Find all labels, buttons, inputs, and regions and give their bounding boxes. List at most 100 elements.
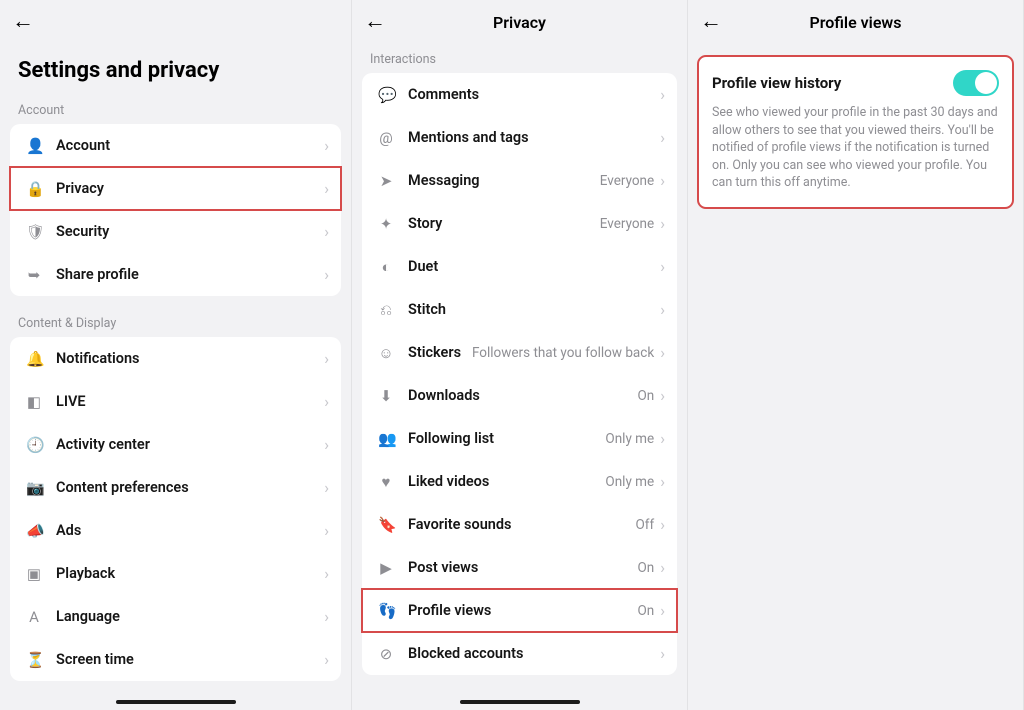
following-icon: 👥 [374,430,398,448]
row-label: Comments [408,86,479,103]
row-label: Account [56,137,110,154]
back-button[interactable]: ← [12,11,40,33]
content-section-card: 🔔 Notifications › ◧ LIVE › 🕘 Activity ce… [10,337,341,681]
row-share-profile[interactable]: ➥ Share profile › [10,253,341,296]
row-label: Stitch [408,301,446,318]
row-favorite-sounds[interactable]: 🔖 Favorite sounds Off › [362,503,677,546]
row-language[interactable]: A Language › [10,595,341,638]
profile-view-history-card: Profile view history See who viewed your… [698,56,1013,208]
row-privacy[interactable]: 🔒 Privacy › [10,167,341,210]
row-label: Mentions and tags [408,129,529,146]
row-value: On [637,560,654,576]
chevron-right-icon: › [324,394,329,410]
chevron-right-icon: › [324,609,329,625]
toggle-description: See who viewed your profile in the past … [712,104,999,192]
share-icon: ➥ [22,266,46,284]
arrow-left-icon: ← [700,9,722,34]
home-indicator [460,700,580,704]
chevron-right-icon: › [324,181,329,197]
back-button[interactable]: ← [364,11,392,33]
row-post-views[interactable]: ▶ Post views On › [362,546,677,589]
row-label: Duet [408,258,438,275]
panel1-header: ← [0,0,351,44]
arrow-left-icon: ← [12,9,34,34]
chevron-right-icon: › [324,351,329,367]
chevron-right-icon: › [324,566,329,582]
row-value: Followers that you follow back [472,345,654,361]
comment-icon: 💬 [374,86,398,104]
row-profile-views[interactable]: 👣 Profile views On › [362,589,677,632]
footsteps-icon: 👣 [374,602,398,620]
duet-icon: ◐ [374,258,398,276]
panel3-header: ← Profile views [688,0,1023,44]
account-section-card: 👤 Account › 🔒 Privacy › 🛡 Security › ➥ S… [10,124,341,296]
toggle-title: Profile view history [712,74,953,92]
back-button[interactable]: ← [700,11,728,33]
row-label: Downloads [408,387,480,404]
page-title: Settings and privacy [0,44,351,95]
chevron-right-icon: › [660,646,665,662]
row-screen-time[interactable]: ⏳ Screen time › [10,638,341,681]
chevron-right-icon: › [660,345,665,361]
row-label: Messaging [408,172,480,189]
row-comments[interactable]: 💬 Comments › [362,73,677,116]
row-story[interactable]: ✦ Story Everyone › [362,202,677,245]
section-label-account: Account [0,95,351,124]
row-label: Profile views [408,602,491,619]
row-blocked-accounts[interactable]: ⊘ Blocked accounts › [362,632,677,675]
chevron-right-icon: › [660,517,665,533]
profile-views-panel: ← Profile views Profile view history See… [688,0,1024,710]
row-duet[interactable]: ◐ Duet › [362,245,677,288]
row-notifications[interactable]: 🔔 Notifications › [10,337,341,380]
row-label: Favorite sounds [408,516,512,533]
row-value: Only me [605,431,654,447]
chevron-right-icon: › [660,388,665,404]
row-live[interactable]: ◧ LIVE › [10,380,341,423]
row-security[interactable]: 🛡 Security › [10,210,341,253]
chevron-right-icon: › [324,523,329,539]
bookmark-icon: 🔖 [374,516,398,534]
row-label: Blocked accounts [408,645,523,662]
person-icon: 👤 [22,137,46,155]
lock-icon: 🔒 [22,180,46,198]
row-account[interactable]: 👤 Account › [10,124,341,167]
row-label: Security [56,223,109,240]
chevron-right-icon: › [324,267,329,283]
row-activity-center[interactable]: 🕘 Activity center › [10,423,341,466]
clock-icon: 🕘 [22,436,46,454]
stitch-icon: ⎌ [374,301,398,319]
section-label-content: Content & Display [0,308,351,337]
row-playback[interactable]: ▣ Playback › [10,552,341,595]
row-label: Ads [56,522,81,539]
row-label: Post views [408,559,478,576]
chevron-right-icon: › [324,138,329,154]
chevron-right-icon: › [660,87,665,103]
heart-icon: ♥ [374,473,398,491]
row-label: LIVE [56,393,86,410]
download-icon: ⬇ [374,387,398,405]
row-following-list[interactable]: 👥 Following list Only me › [362,417,677,460]
chevron-right-icon: › [660,216,665,232]
row-label: Notifications [56,350,140,367]
row-stickers[interactable]: ☺ Stickers Followers that you follow bac… [362,331,677,374]
interactions-card: 💬 Comments › @ Mentions and tags › ➤ Mes… [362,73,677,675]
panel2-header: ← Privacy [352,0,687,44]
story-icon: ✦ [374,215,398,233]
row-value: Off [636,517,655,533]
row-mentions[interactable]: @ Mentions and tags › [362,116,677,159]
row-ads[interactable]: 📣 Ads › [10,509,341,552]
hourglass-icon: ⏳ [22,651,46,669]
chevron-right-icon: › [660,560,665,576]
row-downloads[interactable]: ⬇ Downloads On › [362,374,677,417]
chevron-right-icon: › [660,474,665,490]
row-stitch[interactable]: ⎌ Stitch › [362,288,677,331]
row-label: Stickers [408,344,461,361]
row-content-preferences[interactable]: 📷 Content preferences › [10,466,341,509]
profile-view-history-toggle[interactable] [953,70,999,96]
camera-icon: 📷 [22,479,46,497]
row-messaging[interactable]: ➤ Messaging Everyone › [362,159,677,202]
bell-icon: 🔔 [22,350,46,368]
row-label: Activity center [56,436,150,453]
chevron-right-icon: › [324,437,329,453]
row-liked-videos[interactable]: ♥ Liked videos Only me › [362,460,677,503]
